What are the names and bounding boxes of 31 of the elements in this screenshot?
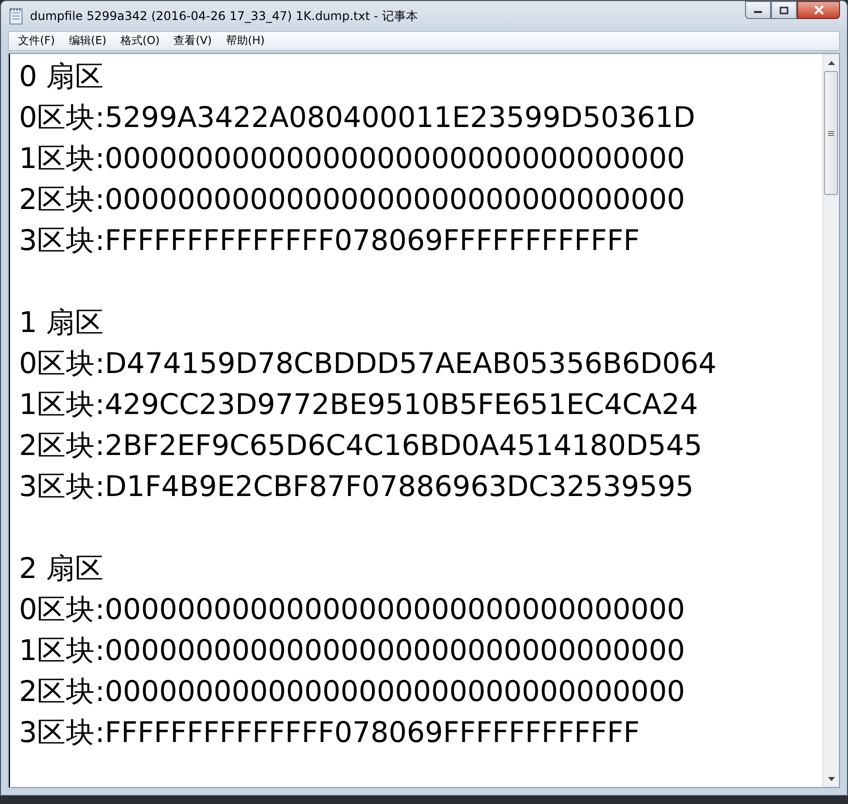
window-title: dumpfile 5299a342 (2016-04-26 17_33_47) 1K.dump.txt - 记事本: [30, 8, 418, 25]
menu-item[interactable]: 帮助(H): [218, 32, 272, 50]
block-line: 2区块:00000000000000000000000000000000: [19, 674, 686, 710]
maximize-button[interactable]: [771, 1, 797, 19]
block-line: 3区块:D1F4B9E2CBF87F07886963DC32539595: [19, 469, 695, 505]
block-line: 2区块:00000000000000000000000000000000: [19, 182, 686, 218]
block-line: 1区块:429CC23D9772BE9510B5FE651EC4CA24: [19, 387, 699, 423]
sector-heading: 2 扇区: [19, 551, 106, 587]
block-line: 1区块:00000000000000000000000000000000: [19, 633, 686, 669]
scroll-down-icon[interactable]: [828, 776, 834, 780]
vertical-scrollbar[interactable]: [822, 54, 839, 787]
block-line: 3区块:FFFFFFFFFFFFFF078069FFFFFFFFFFFF: [19, 715, 641, 751]
block-line: 0区块:00000000000000000000000000000000: [19, 592, 686, 628]
close-button[interactable]: [797, 1, 840, 19]
close-icon: [812, 5, 824, 15]
block-line: 1区块:00000000000000000000000000000000: [19, 141, 686, 177]
menu-item[interactable]: 编辑(E): [62, 32, 114, 50]
maximize-icon: [779, 6, 789, 14]
menu-item[interactable]: 查看(V): [166, 32, 219, 50]
minimize-button[interactable]: [745, 1, 771, 19]
scroll-thumb[interactable]: [824, 71, 838, 195]
scroll-up-icon[interactable]: [828, 60, 834, 64]
sector-heading: 0 扇区: [19, 59, 106, 95]
sector-heading: 1 扇区: [19, 305, 106, 341]
block-line: 2区块:2BF2EF9C65D6C4C16BD0A4514180D545: [19, 428, 704, 464]
block-line: 0区块:5299A3422A080400011E23599D50361D: [19, 100, 696, 136]
notepad-icon: [8, 7, 24, 25]
block-line: 3区块:FFFFFFFFFFFFFF078069FFFFFFFFFFFF: [19, 223, 641, 259]
menu-item[interactable]: 文件(F): [11, 32, 62, 50]
block-line: 0区块:D474159D78CBDDD57AEAB05356B6D064: [19, 346, 718, 382]
menu-item[interactable]: 格式(O): [113, 32, 167, 50]
